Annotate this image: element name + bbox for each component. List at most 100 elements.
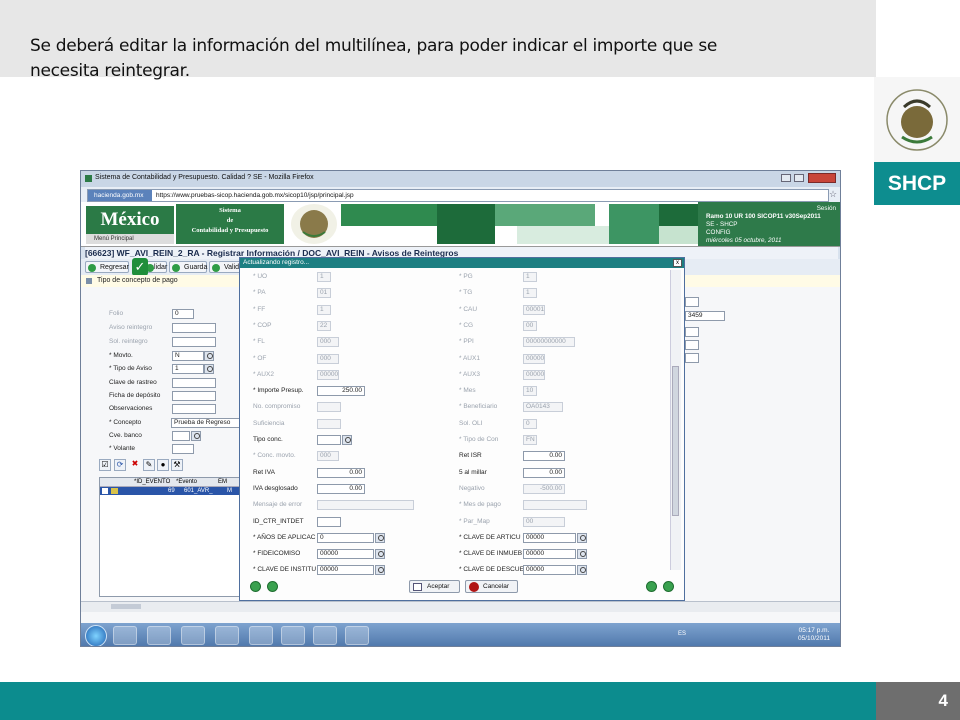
scroll-thumb[interactable] [672,366,679,516]
paint-taskbar-icon[interactable] [281,626,305,645]
ie-taskbar-icon[interactable] [215,626,239,645]
dialog-field[interactable]: 000 [317,337,339,348]
dialog-field[interactable]: 00 [523,320,537,331]
dialog-field[interactable]: 00000 [523,369,545,380]
maximize-button[interactable] [794,174,804,182]
dialog-field[interactable]: 10 [523,386,537,397]
close-window-button[interactable] [808,173,836,183]
table-row[interactable]: 69 601_AVR_ M [100,487,240,495]
expand-icon[interactable] [86,278,92,284]
dialog-field[interactable]: FN [523,435,537,445]
dialog-field[interactable]: 00000 [523,549,576,560]
dialog-field[interactable] [317,500,414,511]
dialog-field[interactable]: 00000 [523,565,576,576]
lookup-icon[interactable] [375,565,385,576]
dialog-field[interactable]: 000 [317,353,339,364]
close-icon[interactable]: x [673,259,682,267]
lookup-icon[interactable] [342,435,352,445]
start-button[interactable] [85,625,107,646]
form-field[interactable] [172,444,194,454]
dialog-field[interactable]: 00000000000 [523,337,575,348]
edit-icon[interactable]: ✎ [143,459,155,471]
tools-icon[interactable]: ⚒ [171,459,183,471]
dialog-field[interactable]: 0.00 [317,467,365,478]
next-page-icon[interactable] [663,581,674,592]
guarda-button[interactable]: Guarda [169,261,207,273]
folder-taskbar-icon[interactable] [181,626,205,645]
row-checkbox[interactable] [102,488,108,494]
dialog-field[interactable]: 1 [317,272,331,282]
language-indicator[interactable]: ES [678,631,686,637]
dialog-field[interactable]: 0 [317,532,374,543]
form-field[interactable] [172,323,216,333]
select-all-icon[interactable]: ☑ [99,459,111,471]
lookup-icon[interactable] [204,364,214,374]
valida-button[interactable]: Valida [209,261,243,273]
dialog-field[interactable]: 00000 [317,565,374,576]
right-partial-field[interactable] [685,327,699,337]
dialog-field[interactable]: 00000 [317,369,339,380]
excel-taskbar-icon[interactable] [345,626,369,645]
dialog-field[interactable]: 22 [317,320,331,331]
bookmark-star-icon[interactable]: ☆ [829,190,838,199]
form-field[interactable]: 1 [172,364,204,374]
dialog-field[interactable]: 1 [523,288,537,299]
dialog-field[interactable]: 000 [317,451,339,462]
dialog-field[interactable]: 00001 [523,304,545,315]
dialog-field[interactable]: 00000 [317,549,374,560]
right-partial-field[interactable]: 3459 [685,311,725,321]
regresar-button[interactable]: Regresar [85,261,129,273]
prev-page-icon[interactable] [646,581,657,592]
color-icon[interactable]: ● [157,459,169,471]
dialog-field[interactable] [317,402,341,413]
check-icon[interactable]: ✓ [132,258,148,276]
dialog-field[interactable]: 1 [317,304,331,315]
dialog-field[interactable]: 00000 [523,353,545,364]
dialog-field[interactable] [317,435,341,445]
dialog-field[interactable]: 0.00 [317,483,365,494]
lookup-icon[interactable] [577,532,587,543]
dialog-field[interactable]: 01 [317,288,331,299]
dialog-field[interactable]: 0 [523,418,537,429]
dialog-field[interactable]: -500.00 [523,483,565,494]
dialog-field[interactable]: 0.00 [523,467,565,478]
form-field[interactable] [172,391,216,401]
lookup-icon[interactable] [375,532,385,543]
dialog-field[interactable]: 00000 [523,532,576,543]
media-player-taskbar-icon[interactable] [249,626,273,645]
minimize-button[interactable] [781,174,791,182]
form-field[interactable] [172,431,190,441]
office-taskbar-icon[interactable] [147,626,171,645]
form-field[interactable]: Prueba de Regreso [171,418,241,428]
lookup-icon[interactable] [577,565,587,576]
lookup-icon[interactable] [375,549,385,560]
aceptar-button[interactable]: Aceptar [409,580,460,593]
delete-icon[interactable]: ✖ [129,459,141,471]
dialog-scrollbar[interactable] [670,270,681,570]
form-field[interactable]: N [172,351,204,361]
refresh-icon[interactable]: ⟳ [114,459,126,471]
dialog-field[interactable]: 1 [523,272,537,282]
horizontal-scrollbar[interactable] [81,601,840,612]
next-record-icon[interactable] [267,581,278,592]
right-partial-field[interactable] [685,353,699,363]
dialog-field[interactable] [317,516,341,527]
row-edit-icon[interactable] [111,488,118,494]
system-clock[interactable]: 05:17 p.m. 05/10/2011 [787,627,840,643]
firefox-taskbar-icon[interactable] [113,626,137,645]
lookup-icon[interactable] [577,549,587,560]
form-field[interactable] [172,378,216,388]
prev-record-icon[interactable] [250,581,261,592]
form-field[interactable] [172,404,216,414]
dialog-field[interactable]: OA0143 [523,402,563,413]
url-field[interactable]: hacienda.gob.mx https://www.pruebas-sico… [87,189,829,202]
database-taskbar-icon[interactable] [313,626,337,645]
dialog-field[interactable]: 250.00 [317,386,365,397]
dialog-field[interactable] [523,500,587,511]
form-field[interactable] [172,337,216,347]
right-partial-field[interactable] [685,340,699,350]
site-identity-chip[interactable]: hacienda.gob.mx [88,190,152,201]
right-partial-field[interactable] [685,297,699,307]
scroll-thumb[interactable] [111,604,141,609]
menu-principal-link[interactable]: Menú Principal [86,234,174,244]
